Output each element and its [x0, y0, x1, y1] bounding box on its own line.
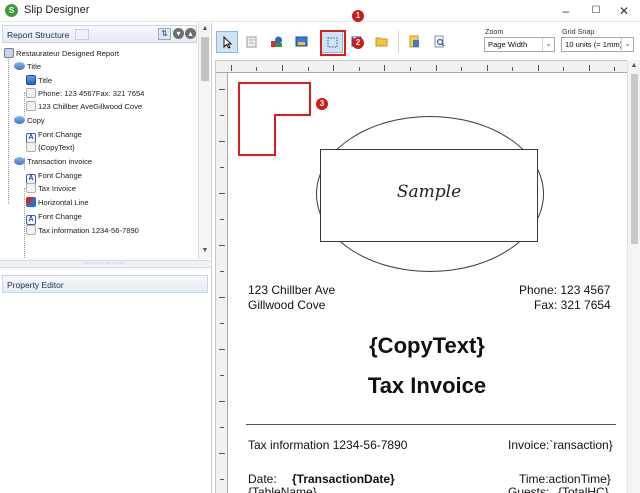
- panel-splitter[interactable]: ⋯⋯⋯⋯⋯⋯: [0, 260, 210, 268]
- annotation-badge-3: 3: [316, 98, 328, 110]
- vertical-ruler: [216, 73, 228, 493]
- tax-invoice-heading[interactable]: Tax Invoice: [238, 373, 616, 399]
- horizontal-ruler: [216, 61, 628, 73]
- property-editor-header: Property Editor: [2, 275, 208, 293]
- tree-item-address[interactable]: 123 Chillber AveGillwood Cove: [26, 100, 142, 113]
- preview-button[interactable]: [404, 31, 426, 53]
- table-name-field[interactable]: {TableName}: [248, 485, 317, 493]
- zoom-page-button[interactable]: [429, 31, 451, 53]
- report-structure-tree: Restaurateur Designed Report Title Title…: [2, 44, 197, 258]
- auto-arrange-icon[interactable]: ⇅: [158, 28, 171, 40]
- move-up-icon[interactable]: ▴: [185, 28, 196, 39]
- image-icon: [295, 36, 308, 47]
- tree-item-tax-invoice[interactable]: Tax Invoice: [26, 182, 76, 195]
- canvas-scroll-thumb[interactable]: [631, 74, 638, 244]
- logo-image[interactable]: Sample: [320, 149, 538, 242]
- annotation-badge-2: 2: [352, 37, 364, 49]
- tree-item-font-change[interactable]: A Font Change: [26, 128, 82, 143]
- copytext-field[interactable]: {CopyText}: [238, 333, 616, 359]
- address-line-2[interactable]: Gillwood Cove: [248, 298, 325, 312]
- tree-item-root[interactable]: Restaurateur Designed Report: [4, 47, 119, 60]
- grid-snap-value: 10 units (= 1mm): [565, 40, 623, 49]
- scroll-thumb[interactable]: [201, 37, 209, 81]
- left-panel: Report Structure ⇅ ▾ ▴ Restaurateur Desi…: [0, 23, 212, 493]
- zoom-value: Page Width: [488, 40, 528, 49]
- scroll-up-arrow-icon[interactable]: ▲: [199, 23, 211, 35]
- report-page[interactable]: 3 Sample 123 Chillber Ave Gillwood Cove …: [238, 82, 626, 493]
- property-editor-label: Property Editor: [7, 280, 64, 290]
- canvas-scrollbar[interactable]: ▲: [627, 60, 640, 493]
- preview-icon: [409, 35, 419, 48]
- highlight-top-left-region: [238, 82, 311, 156]
- fax-text[interactable]: Fax: 321 7654: [534, 298, 611, 312]
- text-line-icon: [26, 225, 36, 235]
- section-icon: [14, 157, 25, 165]
- horizontal-line-icon: [26, 197, 36, 207]
- pointer-icon: [223, 36, 233, 49]
- designer-main: Zoom Page Width ⌄ Grid Snap 10 units (= …: [213, 10, 640, 493]
- zoom-label: Zoom: [485, 27, 504, 36]
- text-line-icon: [26, 88, 36, 98]
- grid-snap-label: Grid Snap: [562, 27, 595, 36]
- move-down-icon[interactable]: ▾: [173, 28, 184, 39]
- grid-snap-select[interactable]: 10 units (= 1mm) ⌄: [561, 37, 634, 52]
- tree-item-transaction-section[interactable]: Transaction invoice: [14, 155, 92, 168]
- tax-info-text[interactable]: Tax information 1234-56-7890: [248, 438, 407, 452]
- tree-item-title-section[interactable]: Title: [14, 60, 41, 73]
- text-line-icon: [26, 101, 36, 111]
- minimize-button[interactable]: –: [550, 0, 582, 22]
- highlight-select-region: [320, 30, 346, 56]
- invoice-field[interactable]: Invoice:`ransaction}: [508, 438, 613, 452]
- horizontal-line[interactable]: [246, 424, 616, 425]
- tree-item-phone[interactable]: Phone: 123 4567Fax: 321 7654: [26, 87, 144, 100]
- tree-item-font-change[interactable]: A Font Change: [26, 169, 82, 184]
- folder-icon: [375, 37, 388, 47]
- address-line-1[interactable]: 123 Chillber Ave: [248, 283, 335, 297]
- tree-item-font-change[interactable]: A Font Change: [26, 210, 82, 225]
- total-hc-field[interactable]: {TotalHC}: [558, 485, 609, 493]
- sample-logo-text: Sample: [396, 182, 462, 202]
- image-tool-button[interactable]: [291, 31, 313, 53]
- report-structure-label: Report Structure: [7, 30, 70, 40]
- scroll-up-arrow-icon[interactable]: ▲: [628, 60, 640, 72]
- guests-label[interactable]: Guests:: [508, 485, 549, 493]
- report-structure-header: Report Structure ⇅ ▾ ▴: [2, 25, 197, 43]
- text-line-icon: [26, 183, 36, 193]
- shapes-tool-button[interactable]: [266, 31, 288, 53]
- text-line-tool-icon: [246, 36, 257, 48]
- time-field[interactable]: Time:actionTime}: [519, 472, 611, 486]
- pointer-tool-button[interactable]: [216, 31, 238, 53]
- zoom-page-icon: [434, 35, 445, 48]
- tree-item-horizontal-line[interactable]: Horizontal Line: [26, 196, 89, 209]
- window-title: Slip Designer: [24, 4, 90, 16]
- open-button[interactable]: [371, 31, 393, 53]
- design-canvas[interactable]: 3 Sample 123 Chillber Ave Gillwood Cove …: [215, 60, 628, 493]
- close-button[interactable]: ✕: [608, 0, 640, 22]
- section-icon: [14, 116, 25, 124]
- tree-item-title[interactable]: Title: [26, 74, 52, 87]
- app-logo-icon: S: [5, 4, 18, 17]
- transaction-date-field[interactable]: {TransactionDate}: [292, 472, 395, 486]
- text-line-icon: [26, 142, 36, 152]
- title-icon: [26, 75, 36, 85]
- section-icon: [14, 62, 25, 70]
- shapes-icon: [271, 36, 282, 47]
- chevron-down-icon[interactable]: ⌄: [542, 38, 554, 51]
- tree-item-copy-section[interactable]: Copy: [14, 114, 45, 127]
- report-icon: [4, 48, 14, 58]
- scroll-down-arrow-icon[interactable]: ▼: [199, 245, 211, 257]
- date-label[interactable]: Date:: [248, 472, 277, 486]
- tree-item-copytext[interactable]: {CopyText}: [26, 141, 75, 154]
- toolbar: Zoom Page Width ⌄ Grid Snap 10 units (= …: [213, 23, 640, 59]
- annotation-badge-1: 1: [352, 10, 364, 22]
- chevron-down-icon[interactable]: ⌄: [621, 38, 633, 51]
- phone-text[interactable]: Phone: 123 4567: [519, 283, 610, 297]
- text-tool-button[interactable]: [241, 31, 263, 53]
- title-bar: S Slip Designer – ☐ ✕: [0, 0, 640, 22]
- tree-scrollbar[interactable]: ▲ ▼: [198, 23, 210, 259]
- tree-item-tax-info[interactable]: Tax information 1234-56-7890: [26, 224, 139, 237]
- report-structure-filter-box[interactable]: [75, 29, 89, 40]
- zoom-select[interactable]: Page Width ⌄: [484, 37, 555, 52]
